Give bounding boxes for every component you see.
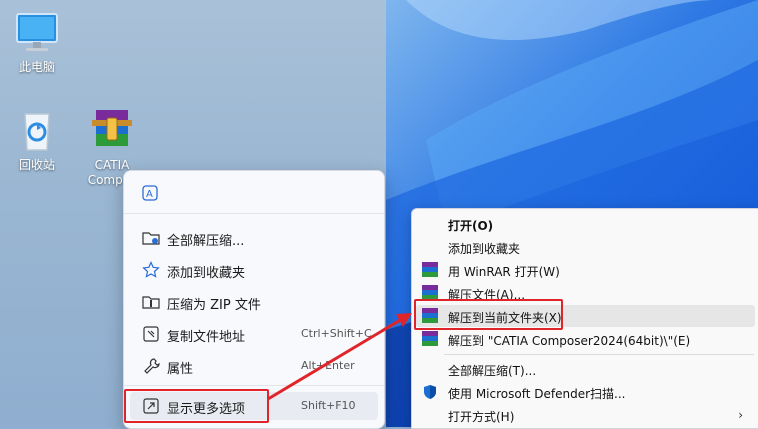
- winrar-icon: [422, 331, 438, 347]
- star-icon: [142, 261, 160, 279]
- winrar-icon: [422, 285, 438, 301]
- menu-item-defender-scan[interactable]: 使用 Microsoft Defender扫描...: [416, 381, 755, 403]
- menu-item-label: 显示更多选项: [167, 402, 246, 417]
- menu-separator: [124, 213, 384, 214]
- menu-separator: [124, 385, 384, 386]
- menu-item-copy-path[interactable]: 复制文件地址 Ctrl+Shift+C: [130, 320, 378, 348]
- monitor-icon: [13, 8, 61, 56]
- menu-item-label: 打开(O): [448, 219, 494, 233]
- menu-item-open-with-winrar[interactable]: 用 WinRAR 打开(W): [416, 259, 755, 281]
- menu-item-label: 全部解压缩(T)...: [448, 364, 537, 378]
- menu-item-label: 打开方式(H): [448, 410, 515, 424]
- context-menu-classic: 打开(O) 添加到收藏夹 用 WinRAR 打开(W) 解压文件(A)... 解…: [411, 208, 758, 429]
- menu-item-extract-files[interactable]: 解压文件(A)...: [416, 282, 755, 304]
- context-menu-compact: A 全部解压缩... 添加到收藏夹 压缩为 ZIP 文件 复制文件地址 Ctrl…: [123, 170, 385, 429]
- menu-item-add-favorites[interactable]: 添加到收藏夹: [130, 256, 378, 284]
- menu-item-label: 压缩为 ZIP 文件: [167, 298, 261, 313]
- extract-folder-icon: [142, 229, 160, 247]
- svg-text:A: A: [146, 189, 153, 200]
- chevron-right-icon: ›: [738, 408, 743, 422]
- menu-item-label: 解压到当前文件夹(X): [448, 311, 562, 325]
- ai-rename-icon[interactable]: A: [140, 183, 160, 203]
- menu-item-label: 添加到收藏夹: [448, 242, 521, 256]
- menu-item-open-with[interactable]: 打开方式(H) ›: [416, 404, 755, 426]
- menu-item-label: 添加到收藏夹: [167, 266, 246, 281]
- menu-item-properties[interactable]: 属性 Alt+Enter: [130, 352, 378, 380]
- menu-item-extract-all[interactable]: 全部解压缩...: [130, 224, 378, 252]
- menu-item-compress-zip[interactable]: 压缩为 ZIP 文件: [130, 288, 378, 316]
- menu-item-label: 全部解压缩...: [167, 234, 245, 249]
- menu-item-shortcut: Shift+F10: [301, 399, 356, 412]
- winrar-archive-icon: [88, 106, 136, 154]
- recycle-bin-icon: [13, 106, 61, 154]
- winrar-icon: [422, 262, 438, 278]
- menu-item-label: 解压文件(A)...: [448, 288, 526, 302]
- menu-item-extract-all[interactable]: 全部解压缩(T)...: [416, 358, 755, 380]
- menu-item-extract-to-folder[interactable]: 解压到 "CATIA Composer2024(64bit)\"(E): [416, 328, 755, 350]
- more-options-icon: [142, 397, 160, 415]
- desktop-icon-recycle-bin[interactable]: 回收站: [0, 106, 74, 173]
- desktop-icon-this-pc[interactable]: 此电脑: [0, 8, 74, 75]
- menu-item-label: 解压到 "CATIA Composer2024(64bit)\"(E): [448, 334, 691, 348]
- desktop-icon-label: 此电脑: [18, 60, 55, 74]
- shield-icon: [422, 384, 438, 400]
- menu-separator: [444, 354, 754, 355]
- menu-item-show-more-options[interactable]: 显示更多选项 Shift+F10: [130, 392, 378, 420]
- menu-item-open[interactable]: 打开(O): [416, 213, 755, 235]
- menu-item-label: 复制文件地址: [167, 330, 246, 345]
- menu-item-label: 用 WinRAR 打开(W): [448, 265, 560, 279]
- desktop-icon-label: 回收站: [18, 158, 55, 172]
- copy-path-icon: [142, 325, 160, 343]
- menu-item-shortcut: Alt+Enter: [301, 359, 355, 372]
- menu-item-label: 属性: [167, 362, 194, 377]
- zip-icon: [142, 293, 160, 311]
- winrar-icon: [422, 308, 438, 324]
- menu-item-label: 使用 Microsoft Defender扫描...: [448, 387, 626, 401]
- wrench-icon: [142, 357, 160, 375]
- menu-item-extract-here[interactable]: 解压到当前文件夹(X): [416, 305, 755, 327]
- menu-item-shortcut: Ctrl+Shift+C: [301, 327, 372, 340]
- menu-item-add-favorites[interactable]: 添加到收藏夹: [416, 236, 755, 258]
